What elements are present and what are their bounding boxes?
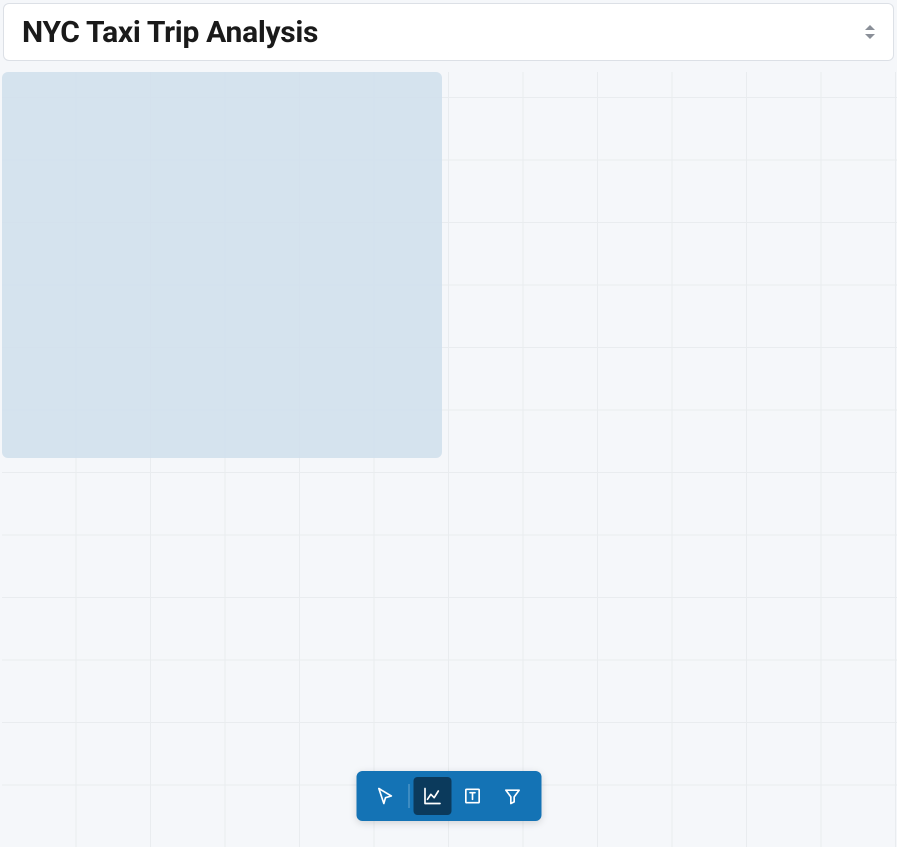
pointer-tool-button[interactable] (366, 777, 404, 815)
chart-tool-button[interactable] (413, 777, 451, 815)
line-chart-icon (422, 786, 442, 806)
bottom-toolbar (356, 771, 541, 821)
dashboard-title[interactable]: NYC Taxi Trip Analysis (22, 15, 318, 50)
chevron-up-icon (865, 25, 875, 30)
canvas-area[interactable] (2, 72, 897, 847)
text-box-icon (462, 786, 482, 806)
widget-placeholder[interactable] (2, 72, 442, 458)
title-bar: NYC Taxi Trip Analysis (3, 3, 894, 61)
chevron-down-icon (865, 34, 875, 39)
cursor-icon (375, 786, 395, 806)
text-tool-button[interactable] (453, 777, 491, 815)
toolbar-divider (408, 784, 409, 808)
title-stepper[interactable] (865, 25, 875, 39)
filter-tool-button[interactable] (493, 777, 531, 815)
filter-icon (502, 786, 522, 806)
